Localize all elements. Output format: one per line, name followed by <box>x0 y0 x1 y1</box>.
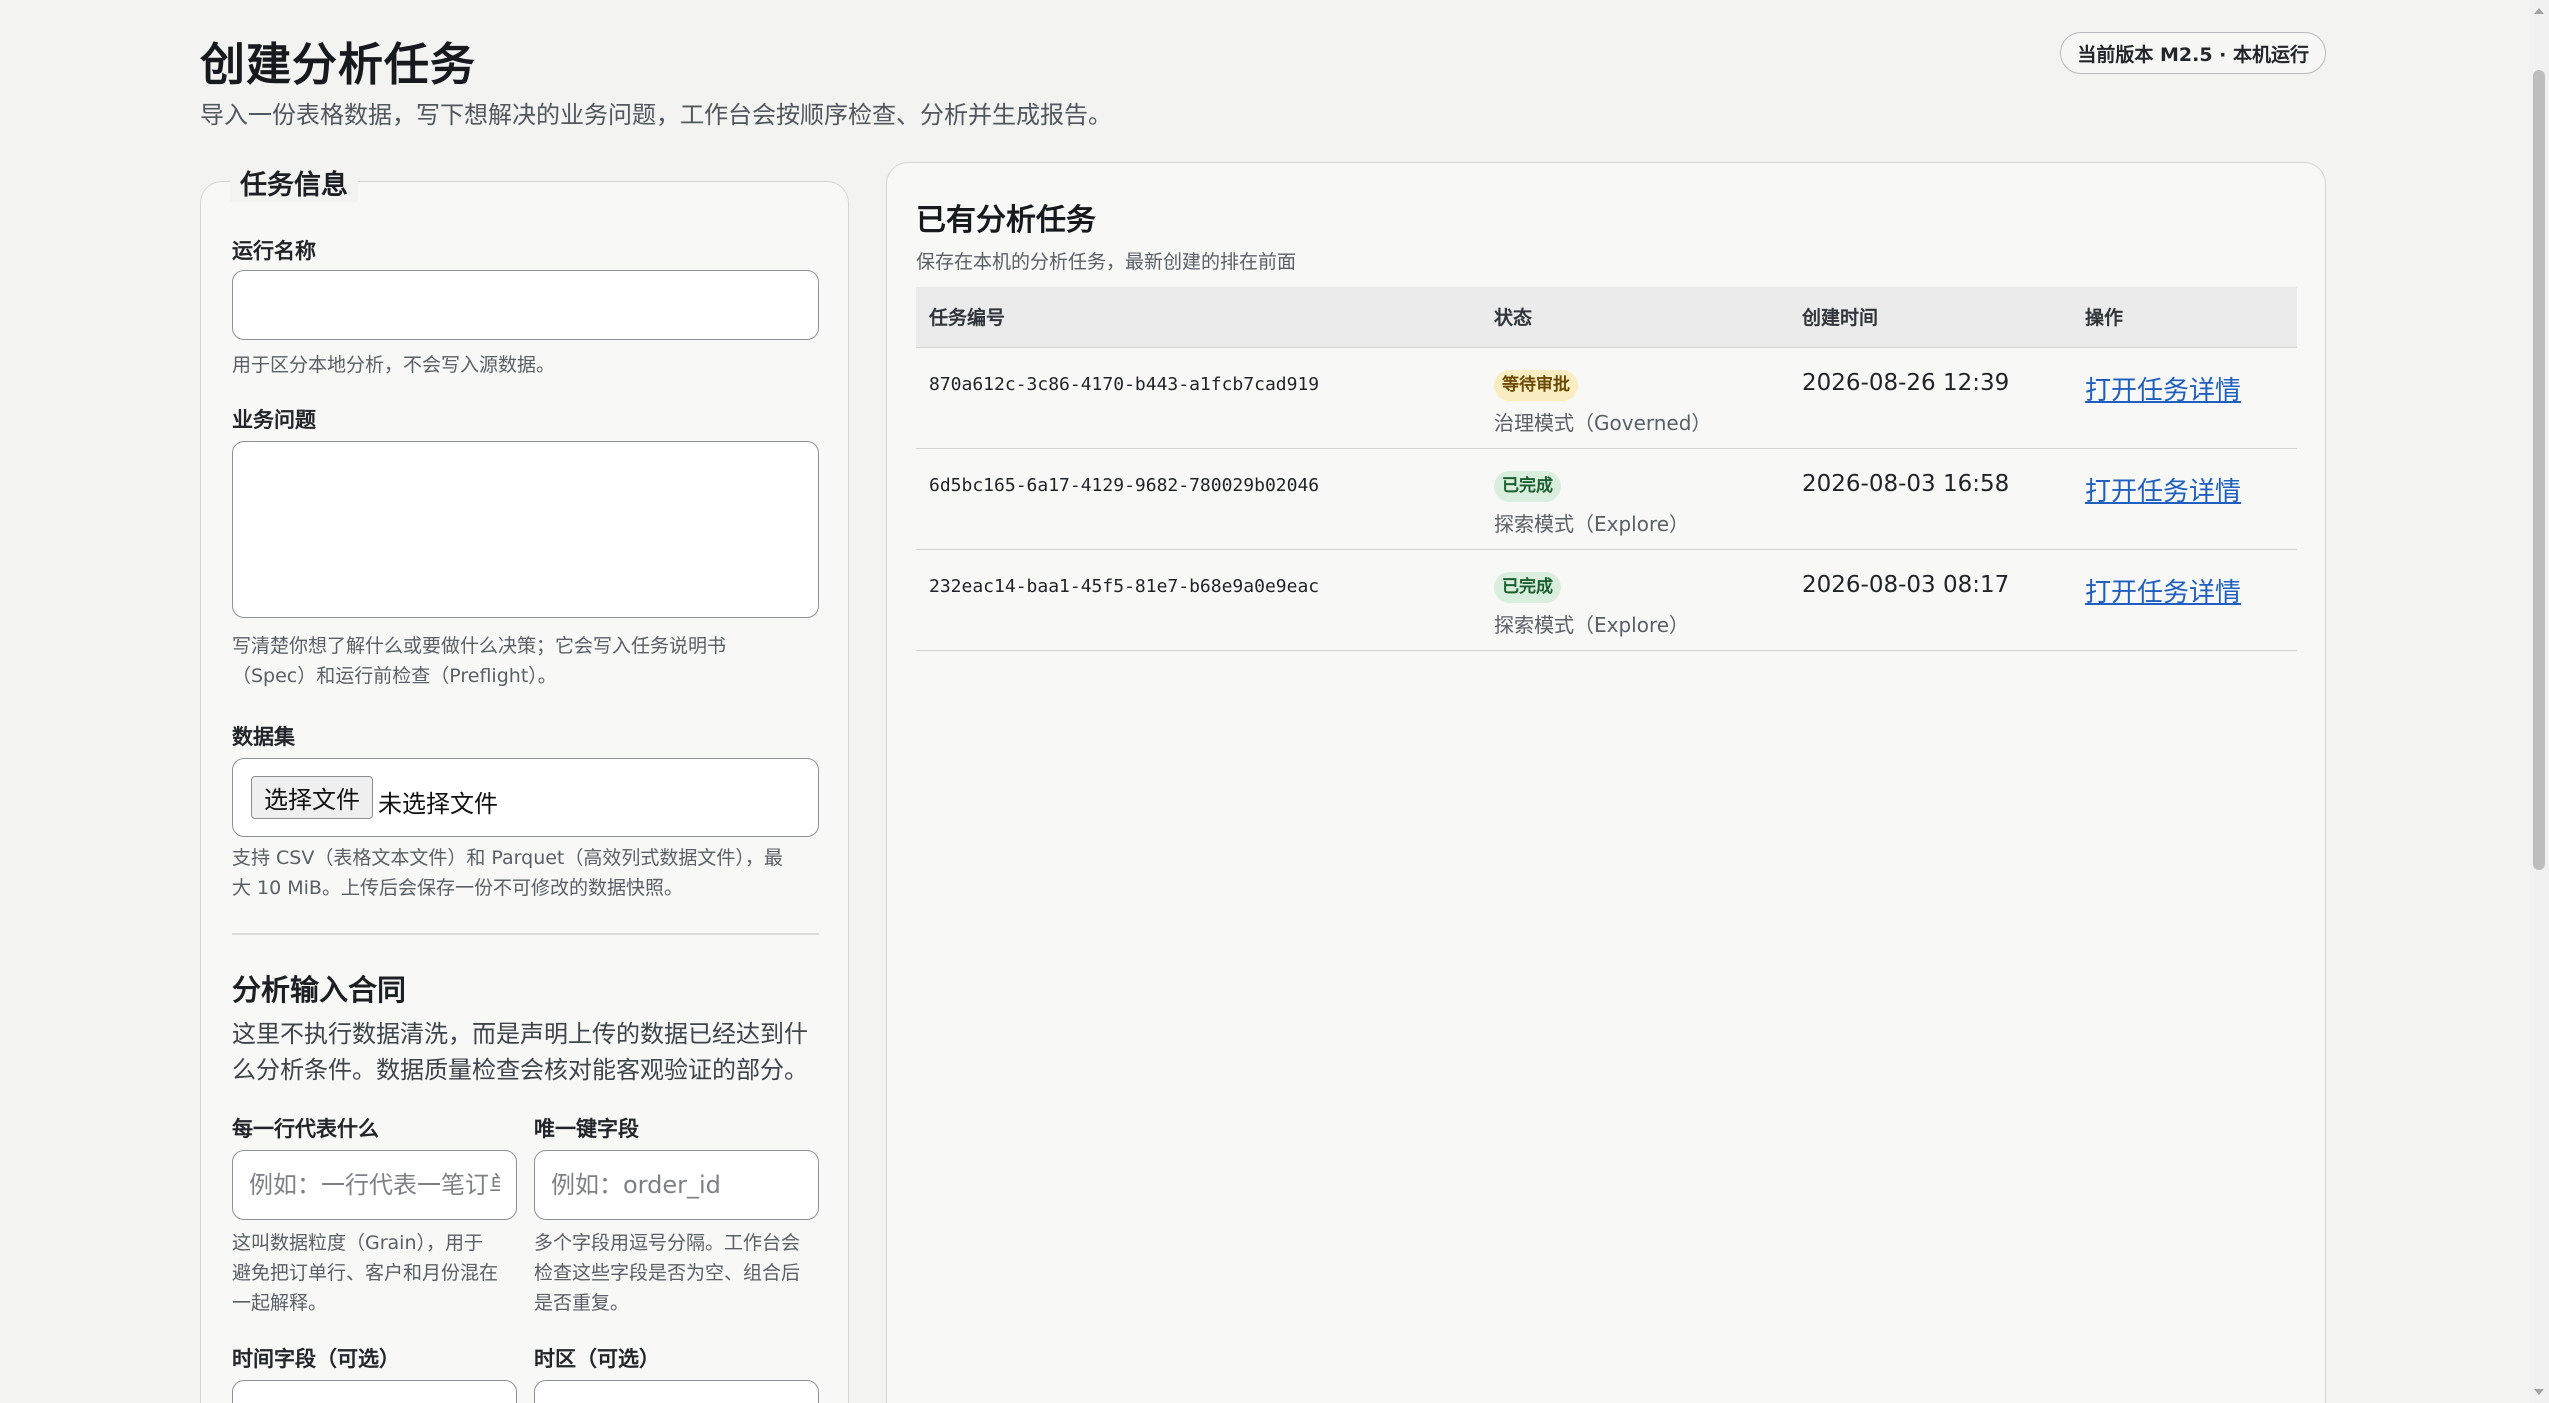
contract-title: 分析输入合同 <box>232 973 407 1007</box>
column-header-status: 状态 <box>1481 287 1789 348</box>
page-subtitle: 导入一份表格数据，写下想解决的业务问题，工作台会按顺序检查、分析并生成报告。 <box>200 101 1112 129</box>
run-name-hint: 用于区分本地分析，不会写入源数据。 <box>232 354 556 376</box>
table-row: 232eac14-baa1-45f5-81e7-b68e9a0e9eac 已完成… <box>916 549 2297 651</box>
created-time: 2026-08-03 16:58 <box>1802 470 2010 497</box>
created-time: 2026-08-26 12:39 <box>1802 369 2010 396</box>
task-id: 6d5bc165-6a17-4129-9682-780029b02046 <box>929 474 1320 496</box>
grain-label: 每一行代表什么 <box>232 1117 379 1141</box>
question-label: 业务问题 <box>232 408 316 432</box>
time-field-label: 时间字段（可选） <box>232 1347 400 1371</box>
table-header-row: 任务编号 状态 创建时间 操作 <box>916 287 2297 348</box>
unique-key-input[interactable] <box>534 1150 819 1220</box>
choose-file-button[interactable]: 选择文件 <box>251 776 373 819</box>
contract-description: 这里不执行数据清洗，而是声明上传的数据已经达到什 么分析条件。数据质量检查会核对… <box>232 1020 808 1084</box>
page: 创建分析任务 导入一份表格数据，写下想解决的业务问题，工作台会按顺序检查、分析并… <box>200 0 2326 1403</box>
open-task-link[interactable]: 打开任务详情 <box>2085 477 2241 507</box>
page-title: 创建分析任务 <box>200 38 477 91</box>
scroll-up-arrow-icon[interactable] <box>2534 8 2544 14</box>
created-time: 2026-08-03 08:17 <box>1802 571 2010 598</box>
timezone-label: 时区（可选） <box>534 1347 660 1371</box>
open-task-link[interactable]: 打开任务详情 <box>2085 578 2241 608</box>
task-table: 任务编号 状态 创建时间 操作 870a612c-3c86-4170-b443-… <box>916 287 2297 651</box>
divider <box>232 933 819 935</box>
open-task-link[interactable]: 打开任务详情 <box>2085 376 2241 406</box>
mode-text: 探索模式（Explore） <box>1494 511 1690 536</box>
column-header-id: 任务编号 <box>916 287 1481 348</box>
task-id: 232eac14-baa1-45f5-81e7-b68e9a0e9eac <box>929 575 1320 597</box>
file-status: 未选择文件 <box>378 790 498 818</box>
grain-input[interactable] <box>232 1150 517 1220</box>
mode-text: 探索模式（Explore） <box>1494 612 1690 637</box>
table-row: 870a612c-3c86-4170-b443-a1fcb7cad919 等待审… <box>916 347 2297 449</box>
task-list-title: 已有分析任务 <box>916 203 1096 238</box>
unique-key-label: 唯一键字段 <box>534 1117 639 1141</box>
question-hint: 写清楚你想了解什么或要做什么决策；它会写入任务说明书 （Spec）和运行前检查（… <box>232 635 727 687</box>
status-badge: 等待审批 <box>1494 369 1578 401</box>
task-id: 870a612c-3c86-4170-b443-a1fcb7cad919 <box>929 373 1320 395</box>
task-list-subtitle: 保存在本机的分析任务，最新创建的排在前面 <box>916 251 1297 273</box>
column-header-action: 操作 <box>2072 287 2297 348</box>
time-field-input[interactable] <box>232 1380 517 1403</box>
run-name-input[interactable] <box>232 270 819 340</box>
dataset-hint: 支持 CSV（表格文本文件）和 Parquet（高效列式数据文件），最 大 10… <box>232 847 783 899</box>
scroll-down-arrow-icon[interactable] <box>2534 1389 2544 1395</box>
unique-key-hint: 多个字段用逗号分隔。工作台会 检查这些字段是否为空、组合后 是否重复。 <box>534 1232 801 1314</box>
status-badge: 已完成 <box>1494 571 1561 603</box>
question-textarea[interactable] <box>232 441 819 618</box>
dataset-file-input[interactable]: 选择文件 未选择文件 <box>232 758 819 837</box>
timezone-input[interactable] <box>534 1380 819 1403</box>
task-list-panel: 已有分析任务 保存在本机的分析任务，最新创建的排在前面 任务编号 状态 创建时间… <box>886 162 2326 1403</box>
scroll-thumb[interactable] <box>2533 70 2545 870</box>
grain-hint: 这叫数据粒度（Grain），用于 避免把订单行、客户和月份混在 一起解释。 <box>232 1232 499 1314</box>
dataset-label: 数据集 <box>232 725 295 749</box>
version-badge: 当前版本 M2.5 · 本机运行 <box>2060 32 2326 74</box>
table-row: 6d5bc165-6a17-4129-9682-780029b02046 已完成… <box>916 448 2297 550</box>
vertical-scrollbar[interactable] <box>2529 0 2549 1403</box>
mode-text: 治理模式（Governed） <box>1494 410 1712 435</box>
column-header-created: 创建时间 <box>1789 287 2072 348</box>
form-legend: 任务信息 <box>230 163 358 202</box>
run-name-label: 运行名称 <box>232 239 316 263</box>
task-info-form: 运行名称 用于区分本地分析，不会写入源数据。 业务问题 写清楚你想了解什么或要做… <box>200 181 849 1403</box>
status-badge: 已完成 <box>1494 470 1561 502</box>
